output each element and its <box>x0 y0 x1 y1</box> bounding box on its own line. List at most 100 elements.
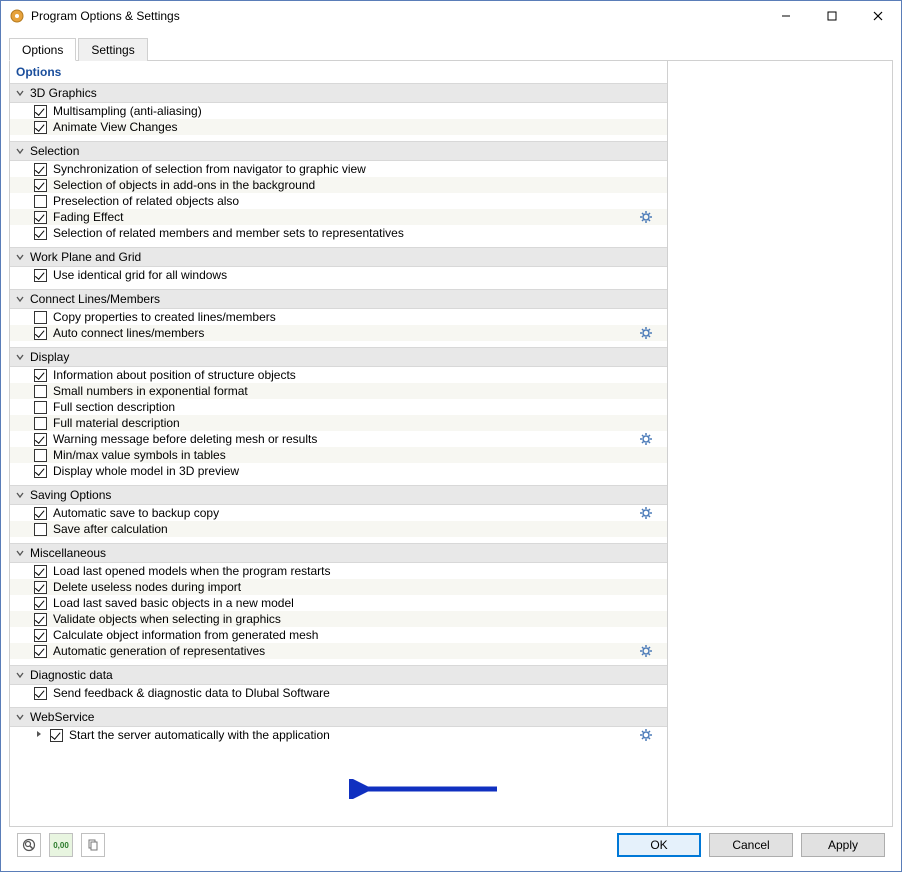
section-title: Options <box>10 61 667 83</box>
chevron-right-icon[interactable] <box>34 729 46 742</box>
option-row: Selection of related members and member … <box>10 225 667 241</box>
gear-icon[interactable] <box>639 644 653 658</box>
checkbox[interactable] <box>34 163 47 176</box>
option-label: Multisampling (anti-aliasing) <box>53 104 202 118</box>
window-title: Program Options & Settings <box>31 9 180 23</box>
gear-icon[interactable] <box>639 432 653 446</box>
checkbox[interactable] <box>50 729 63 742</box>
option-label: Selection of related members and member … <box>53 226 404 240</box>
group-header[interactable]: WebService <box>10 707 667 727</box>
checkbox[interactable] <box>34 629 47 642</box>
option-label: Selection of objects in add-ons in the b… <box>53 178 315 192</box>
option-label: Copy properties to created lines/members <box>53 310 276 324</box>
checkbox[interactable] <box>34 687 47 700</box>
group-header[interactable]: 3D Graphics <box>10 83 667 103</box>
checkbox[interactable] <box>34 613 47 626</box>
tabstrip: OptionsSettings <box>9 37 893 61</box>
option-row: Animate View Changes <box>10 119 667 135</box>
checkbox[interactable] <box>34 105 47 118</box>
option-row: Load last saved basic objects in a new m… <box>10 595 667 611</box>
option-row: Selection of objects in add-ons in the b… <box>10 177 667 193</box>
option-row: Preselection of related objects also <box>10 193 667 209</box>
apply-button[interactable]: Apply <box>801 833 885 857</box>
checkbox[interactable] <box>34 433 47 446</box>
gear-icon[interactable] <box>639 326 653 340</box>
maximize-button[interactable] <box>809 1 855 31</box>
checkbox[interactable] <box>34 465 47 478</box>
checkbox[interactable] <box>34 565 47 578</box>
option-label: Automatic save to backup copy <box>53 506 219 520</box>
checkbox[interactable] <box>34 195 47 208</box>
group-header[interactable]: Connect Lines/Members <box>10 289 667 309</box>
checkbox[interactable] <box>34 417 47 430</box>
option-label: Full material description <box>53 416 180 430</box>
checkbox[interactable] <box>34 179 47 192</box>
group-title: WebService <box>30 710 94 724</box>
close-button[interactable] <box>855 1 901 31</box>
checkbox[interactable] <box>34 311 47 324</box>
checkbox[interactable] <box>34 227 47 240</box>
app-icon <box>9 8 25 24</box>
option-label: Load last saved basic objects in a new m… <box>53 596 294 610</box>
group-title: Selection <box>30 144 79 158</box>
group-title: Miscellaneous <box>30 546 106 560</box>
group-header[interactable]: Miscellaneous <box>10 543 667 563</box>
chevron-down-icon <box>14 351 26 363</box>
group-header[interactable]: Saving Options <box>10 485 667 505</box>
chevron-down-icon <box>14 547 26 559</box>
help-icon[interactable] <box>17 833 41 857</box>
option-label: Use identical grid for all windows <box>53 268 227 282</box>
option-label: Display whole model in 3D preview <box>53 464 239 478</box>
option-label: Delete useless nodes during import <box>53 580 241 594</box>
option-row: Multisampling (anti-aliasing) <box>10 103 667 119</box>
titlebar: Program Options & Settings <box>1 1 901 31</box>
checkbox[interactable] <box>34 121 47 134</box>
tab-options[interactable]: Options <box>9 38 76 61</box>
option-row: Display whole model in 3D preview <box>10 463 667 479</box>
cancel-button[interactable]: Cancel <box>709 833 793 857</box>
group-header[interactable]: Selection <box>10 141 667 161</box>
option-label: Save after calculation <box>53 522 168 536</box>
ok-button[interactable]: OK <box>617 833 701 857</box>
option-label: Validate objects when selecting in graph… <box>53 612 281 626</box>
minimize-button[interactable] <box>763 1 809 31</box>
option-label: Preselection of related objects also <box>53 194 239 208</box>
option-row: Send feedback & diagnostic data to Dluba… <box>10 685 667 701</box>
checkbox[interactable] <box>34 523 47 536</box>
checkbox[interactable] <box>34 581 47 594</box>
tab-settings[interactable]: Settings <box>78 38 147 61</box>
option-label: Calculate object information from genera… <box>53 628 318 642</box>
option-label: Automatic generation of representatives <box>53 644 265 658</box>
option-row: Automatic generation of representatives <box>10 643 667 659</box>
option-row: Delete useless nodes during import <box>10 579 667 595</box>
gear-icon[interactable] <box>639 210 653 224</box>
chevron-down-icon <box>14 489 26 501</box>
group-title: Saving Options <box>30 488 111 502</box>
checkbox[interactable] <box>34 449 47 462</box>
group-header[interactable]: Diagnostic data <box>10 665 667 685</box>
checkbox[interactable] <box>34 507 47 520</box>
gear-icon[interactable] <box>639 728 653 742</box>
option-label: Auto connect lines/members <box>53 326 204 340</box>
chevron-down-icon <box>14 293 26 305</box>
option-row: Full material description <box>10 415 667 431</box>
checkbox[interactable] <box>34 327 47 340</box>
option-row: Full section description <box>10 399 667 415</box>
group-header[interactable]: Display <box>10 347 667 367</box>
group-title: Work Plane and Grid <box>30 250 141 264</box>
options-list[interactable]: Options 3D GraphicsMultisampling (anti-a… <box>10 61 668 826</box>
checkbox[interactable] <box>34 401 47 414</box>
checkbox[interactable] <box>34 385 47 398</box>
group-header[interactable]: Work Plane and Grid <box>10 247 667 267</box>
checkbox[interactable] <box>34 269 47 282</box>
checkbox[interactable] <box>34 211 47 224</box>
clipboard-icon[interactable] <box>81 833 105 857</box>
chevron-down-icon <box>14 251 26 263</box>
gear-icon[interactable] <box>639 506 653 520</box>
option-label: Information about position of structure … <box>53 368 296 382</box>
checkbox[interactable] <box>34 369 47 382</box>
option-row: Fading Effect <box>10 209 667 225</box>
units-icon[interactable]: 0,00 <box>49 833 73 857</box>
checkbox[interactable] <box>34 645 47 658</box>
checkbox[interactable] <box>34 597 47 610</box>
